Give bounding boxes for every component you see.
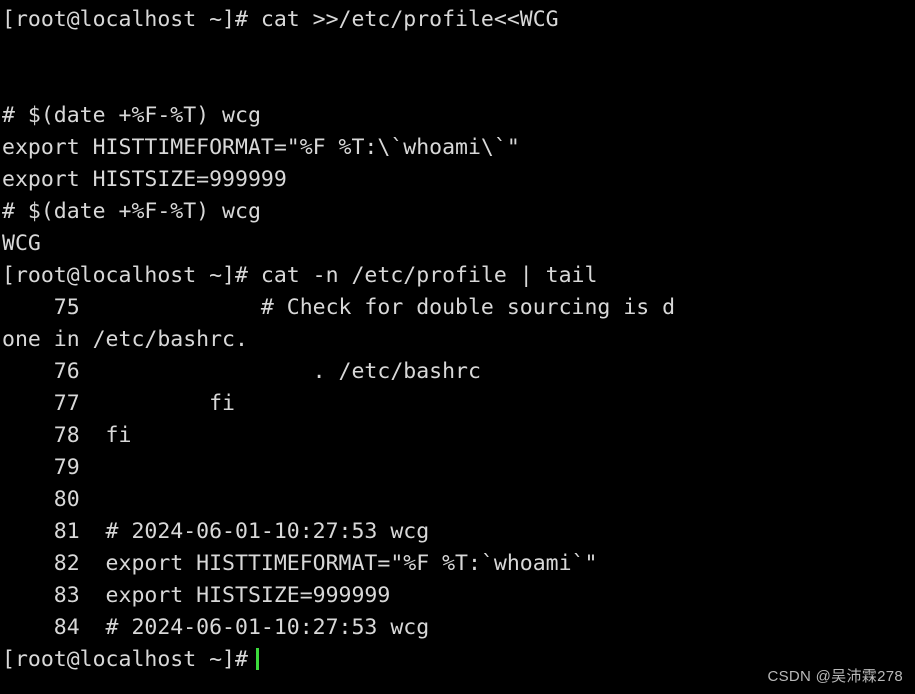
terminal-output-line: 75 # Check for double sourcing is d [2, 295, 676, 320]
terminal-output-line: one in /etc/bashrc. [2, 327, 248, 352]
terminal-output-line: 84 # 2024-06-01-10:27:53 wcg [2, 615, 430, 640]
terminal-output-line: export HISTSIZE=999999 [2, 167, 287, 192]
terminal-output-line: WCG [2, 231, 41, 256]
terminal-output-line: 82 export HISTTIMEFORMAT="%F %T:`whoami`… [2, 551, 598, 576]
terminal-output-line: 80 [2, 487, 80, 512]
text-cursor [255, 648, 259, 670]
terminal-output-line: 78 fi [2, 423, 132, 448]
terminal-output-line: 83 export HISTSIZE=999999 [2, 583, 391, 608]
shell-prompt: [root@localhost ~]# [2, 647, 248, 672]
terminal-output-line: 77 fi [2, 391, 235, 416]
terminal-output-line: 79 [2, 455, 80, 480]
terminal-output-line: 81 # 2024-06-01-10:27:53 wcg [2, 519, 430, 544]
terminal-output-line: 76 . /etc/bashrc [2, 359, 481, 384]
terminal-output-line: # $(date +%F-%T) wcg [2, 103, 261, 128]
terminal-output-line: # $(date +%F-%T) wcg [2, 199, 261, 224]
terminal-output-line: export HISTTIMEFORMAT="%F %T:\`whoami\`" [2, 135, 520, 160]
terminal-window[interactable]: [root@localhost ~]# cat >>/etc/profile<<… [0, 0, 915, 694]
csdn-watermark: CSDN @吴沛霖278 [767, 668, 903, 685]
terminal-command-line: [root@localhost ~]# cat >>/etc/profile<<… [2, 7, 559, 32]
terminal-command-line: [root@localhost ~]# cat -n /etc/profile … [2, 263, 598, 288]
terminal-output-area: [root@localhost ~]# cat >>/etc/profile<<… [2, 4, 915, 644]
